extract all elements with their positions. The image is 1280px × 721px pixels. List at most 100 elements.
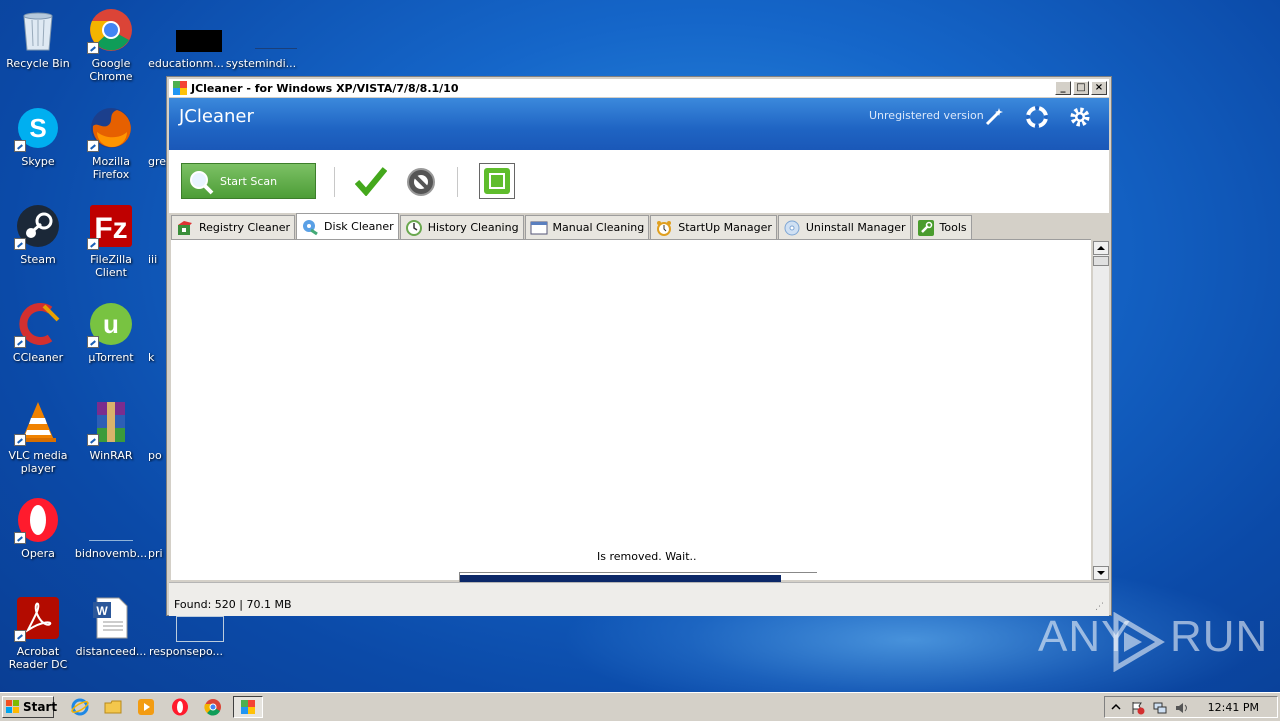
desktop-icon-label: VLC media player bbox=[8, 449, 68, 475]
shortcut-arrow-icon bbox=[14, 630, 26, 642]
file-icon bbox=[87, 496, 135, 544]
desktop-icon-winrar[interactable]: WinRAR bbox=[73, 398, 149, 462]
filezilla-icon: Fz bbox=[87, 202, 135, 250]
windows-logo-icon bbox=[6, 700, 20, 714]
disk-cleaner-panel: Is removed. Wait.. bbox=[171, 239, 1091, 586]
internet-explorer-icon[interactable] bbox=[71, 698, 89, 716]
file-explorer-icon[interactable] bbox=[104, 698, 122, 716]
start-scan-button[interactable]: Start Scan bbox=[181, 163, 316, 199]
maximize-button[interactable]: □ bbox=[1073, 81, 1089, 95]
progress-message: Is removed. Wait.. bbox=[597, 550, 697, 563]
app-header: JCleaner Unregistered version bbox=[169, 98, 1109, 150]
desktop-icon-label: WinRAR bbox=[89, 449, 133, 462]
minimize-button[interactable]: _ bbox=[1055, 81, 1071, 95]
svg-text:W: W bbox=[96, 604, 108, 618]
cancel-icon[interactable] bbox=[405, 166, 437, 201]
toolbar: Start Scan bbox=[169, 150, 1109, 213]
tab-startup-manager[interactable]: StartUp Manager bbox=[650, 215, 777, 239]
app-name: JCleaner bbox=[179, 106, 254, 127]
firefox-icon bbox=[87, 104, 135, 152]
desktop-icon-label: bidnovemb... bbox=[74, 547, 148, 560]
tab-uninstall-manager[interactable]: Uninstall Manager bbox=[777, 215, 911, 239]
window-title: JCleaner - for Windows XP/VISTA/7/8/8.1/… bbox=[191, 81, 459, 95]
checkmark-icon[interactable] bbox=[354, 166, 388, 199]
desktop-icon-word-doc[interactable]: W distanceed... bbox=[73, 594, 149, 658]
winrar-icon bbox=[87, 398, 135, 446]
desktop-icon-file[interactable]: systemindi... bbox=[223, 28, 299, 70]
tab-manual-cleaning[interactable]: Manual Cleaning bbox=[524, 215, 650, 239]
desktop-icon-filezilla[interactable]: Fz FileZilla Client bbox=[73, 202, 149, 279]
tab-registry-cleaner[interactable]: Registry Cleaner bbox=[171, 215, 296, 239]
desktop-icon-steam[interactable]: Steam bbox=[0, 202, 76, 266]
desktop-icon-acrobat[interactable]: Acrobat Reader DC bbox=[0, 594, 76, 671]
scroll-down-button[interactable] bbox=[1093, 566, 1109, 580]
scroll-thumb[interactable] bbox=[1093, 256, 1109, 266]
window-controls: _ □ × bbox=[1055, 81, 1107, 95]
action-center-flag-icon[interactable] bbox=[1131, 701, 1145, 715]
scroll-up-button[interactable] bbox=[1093, 241, 1109, 255]
desktop-icon-google-chrome[interactable]: Google Chrome bbox=[73, 6, 149, 83]
window-titlebar[interactable]: JCleaner - for Windows XP/VISTA/7/8/8.1/… bbox=[169, 79, 1109, 97]
media-player-icon[interactable] bbox=[137, 698, 155, 716]
resize-grip-icon[interactable]: ⋰ bbox=[1095, 602, 1105, 612]
magic-wand-icon[interactable] bbox=[983, 106, 1005, 128]
desktop-icon-ccleaner[interactable]: CCleaner bbox=[0, 300, 76, 364]
found-summary: Found: 520 | 70.1 MB bbox=[174, 598, 292, 611]
desktop-icon-label: µTorrent bbox=[88, 351, 134, 364]
taskbar-item-jcleaner[interactable] bbox=[233, 696, 263, 718]
desktop-icon-file[interactable]: educationm... bbox=[148, 28, 224, 70]
watermark-text-right: RUN bbox=[1170, 612, 1269, 661]
tab-bar: Registry Cleaner Disk Cleaner History Cl… bbox=[171, 213, 1109, 239]
tab-label: Disk Cleaner bbox=[324, 220, 394, 233]
shortcut-arrow-icon bbox=[14, 434, 26, 446]
desktop-icon-label: systemindi... bbox=[225, 57, 297, 70]
close-button[interactable]: × bbox=[1091, 81, 1107, 95]
tab-label: Tools bbox=[939, 221, 967, 234]
tab-label: History Cleaning bbox=[427, 221, 519, 234]
system-tray: 12:41 PM bbox=[1104, 696, 1278, 718]
desktop-icon-label: Mozilla Firefox bbox=[92, 155, 130, 181]
desktop-icon-label: Google Chrome bbox=[89, 57, 133, 83]
stop-icon[interactable] bbox=[479, 163, 515, 199]
help-lifebuoy-icon[interactable] bbox=[1026, 106, 1048, 128]
desktop-icon-skype[interactable]: S Skype bbox=[0, 104, 76, 168]
tab-label: Uninstall Manager bbox=[805, 221, 906, 234]
shortcut-arrow-icon bbox=[14, 532, 26, 544]
desktop-icon-recycle-bin[interactable]: Recycle Bin bbox=[0, 6, 76, 70]
shortcut-arrow-icon bbox=[87, 238, 99, 250]
desktop-icon-file[interactable]: bidnovemb... bbox=[73, 496, 149, 560]
start-scan-label: Start Scan bbox=[220, 175, 278, 188]
desktop-icon-label: Recycle Bin bbox=[6, 57, 70, 70]
settings-gear-icon[interactable] bbox=[1069, 106, 1091, 128]
jcleaner-window: JCleaner - for Windows XP/VISTA/7/8/8.1/… bbox=[166, 76, 1112, 616]
taskbar-clock[interactable]: 12:41 PM bbox=[1208, 701, 1259, 714]
volume-icon[interactable] bbox=[1175, 701, 1189, 715]
desktop-icon-vlc[interactable]: VLC media player bbox=[0, 398, 76, 475]
tab-history-cleaning[interactable]: History Cleaning bbox=[399, 215, 524, 239]
desktop-icon-firefox[interactable]: Mozilla Firefox bbox=[73, 104, 149, 181]
start-button[interactable]: Start bbox=[2, 696, 57, 718]
tab-disk-cleaner[interactable]: Disk Cleaner bbox=[296, 213, 399, 239]
registration-status[interactable]: Unregistered version bbox=[869, 109, 984, 122]
desktop-icon-utorrent[interactable]: u µTorrent bbox=[73, 300, 149, 364]
steam-icon bbox=[14, 202, 62, 250]
opera-taskbar-icon[interactable] bbox=[171, 698, 189, 716]
vertical-scrollbar[interactable] bbox=[1093, 241, 1109, 580]
disk-icon bbox=[301, 218, 319, 236]
tab-tools[interactable]: Tools bbox=[911, 215, 972, 239]
show-hidden-icons-icon[interactable] bbox=[1109, 701, 1123, 715]
shortcut-arrow-icon bbox=[14, 336, 26, 348]
desktop-icon-label: educationm... bbox=[148, 57, 224, 70]
utorrent-icon: u bbox=[87, 300, 135, 348]
ccleaner-icon bbox=[14, 300, 62, 348]
shortcut-arrow-icon bbox=[14, 238, 26, 250]
vlc-icon bbox=[14, 398, 62, 446]
shortcut-arrow-icon bbox=[14, 140, 26, 152]
shortcut-arrow-icon bbox=[87, 336, 99, 348]
chrome-taskbar-icon[interactable] bbox=[204, 698, 222, 716]
status-bar: Found: 520 | 70.1 MB ⋰ bbox=[169, 582, 1109, 616]
chrome-icon bbox=[87, 6, 135, 54]
jcleaner-app-icon bbox=[172, 80, 188, 96]
desktop-icon-opera[interactable]: Opera bbox=[0, 496, 76, 560]
network-icon[interactable] bbox=[1153, 701, 1167, 715]
